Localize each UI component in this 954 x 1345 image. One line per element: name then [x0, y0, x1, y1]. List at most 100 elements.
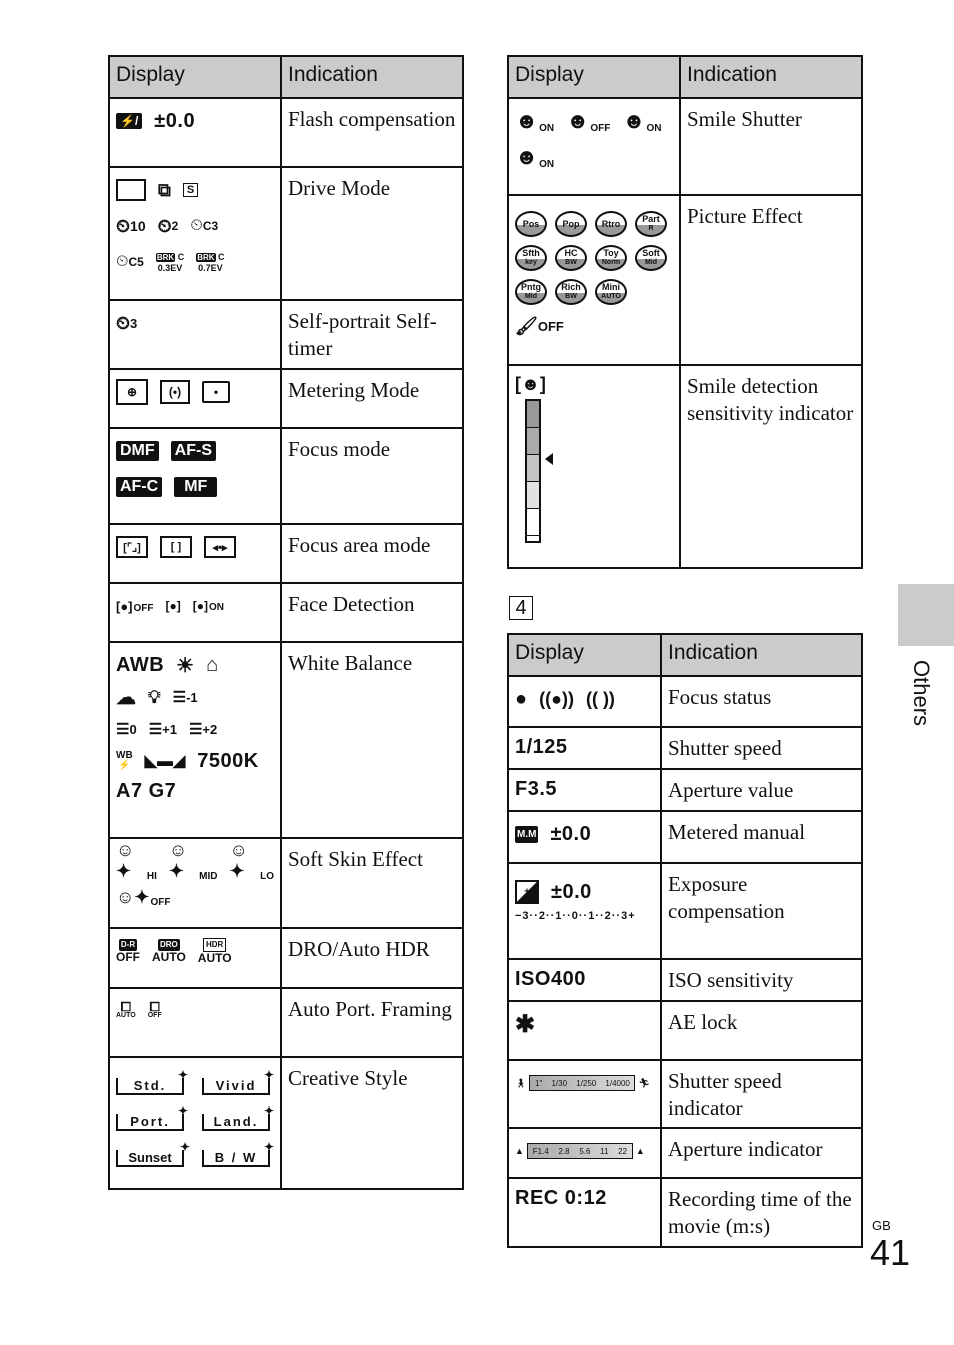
running-icon: 🏃︎ — [638, 1077, 650, 1088]
display-cell: ⧠ AUTO ⧠ OFF — [108, 987, 282, 1058]
indication-cell: Focus mode — [280, 427, 464, 525]
left-display-table: Display Indication ⚡/ ±0.0 Flash compensa… — [108, 55, 464, 1190]
effect-sublabel: Mid — [524, 293, 538, 300]
smile-detection-icon: [☻] — [515, 374, 546, 394]
dro-auto-icon: DRO AUTO — [152, 939, 186, 964]
section-number: 4 — [509, 596, 533, 620]
bracket-07ev-icon: BRK C 0.7EV — [196, 251, 225, 273]
display-cell: [●] OFF [●] [●] ON — [108, 582, 282, 643]
face-detection-off-icon: [●] OFF — [116, 598, 154, 614]
indication-cell: Aperture value — [660, 768, 863, 812]
indication-cell: Auto Port. Framing — [280, 987, 464, 1058]
picture-effect-icon: Mini AUTO — [595, 279, 627, 305]
effect-label: Pop — [562, 218, 580, 229]
smile-shutter-big-icon: ☻ ON — [515, 144, 555, 170]
self-timer-c5-icon: ⏲ C5 — [116, 253, 144, 270]
display-cell: AWB ☀ ⌂ ☁ 💡︎ ☰ -1 ☰ 0 ☰ +1 ☰ +2 WB ⚡ ◣▬◢ 7500K A7 G7 — [108, 641, 282, 839]
focus-area-flexible-spot-icon: ◂•▸ — [204, 536, 236, 558]
style-vivid-icon: Vivid — [202, 1068, 276, 1095]
face-detection-on-icon: [●] ON — [192, 599, 225, 613]
display-cell: Std. Vivid Port. Land. Sunset B / W — [108, 1056, 282, 1190]
wb-fluorescent-minus1-icon: ☰ -1 — [172, 689, 198, 706]
display-cell: ⏲ 3 — [108, 299, 282, 370]
side-tab-label: Others — [909, 660, 934, 727]
exposure-scale: −3··2··1··0··1··2··3+ — [515, 910, 636, 922]
display-cell: [☻] — [507, 364, 681, 569]
effect-label: HC — [564, 248, 578, 258]
tick-label: 2.8 — [558, 1146, 570, 1156]
table-row: ± ±0.0 −3··2··1··0··1··2··3+ Exposure com… — [507, 862, 863, 960]
indication-cell: Drive Mode — [280, 166, 464, 301]
tick-label: 11 — [600, 1146, 609, 1156]
style-landscape-icon: Land. — [202, 1104, 276, 1131]
indication-cell: Creative Style — [280, 1056, 464, 1190]
face-detection-registered-icon: [●] — [165, 599, 181, 613]
indication-cell: Focus area mode — [280, 523, 464, 584]
effect-sublabel: Mid — [644, 259, 658, 266]
effect-label: Mini — [602, 282, 620, 292]
soft-skin-hi-icon: ☺✦ HI — [116, 840, 157, 882]
indication-cell: Soft Skin Effect — [280, 837, 464, 929]
smile-shutter-on-icon: ☻ ON — [515, 108, 555, 134]
table-row: ISO400 ISO sensitivity — [507, 958, 863, 1002]
display-cell: F3.5 — [507, 768, 662, 812]
focus-continuous-locked-icon: ((●)) — [539, 688, 574, 709]
indication-cell: Flash compensation — [280, 97, 464, 168]
ae-lock-icon: ✱ — [515, 1011, 536, 1038]
table-row: 1/125 Shutter speed — [507, 726, 863, 770]
indication-cell: ISO sensitivity — [660, 958, 863, 1002]
display-cell: 🚶︎ 1" 1/30 1/250 1/4000 🏃︎ — [507, 1059, 662, 1129]
tick-label: 1" — [535, 1078, 543, 1088]
indication-cell: Picture Effect — [679, 194, 863, 366]
picture-effect-icon: Rich BW — [555, 279, 587, 305]
effect-label: Rich — [561, 282, 581, 292]
display-cell: Pos Pop Rtro Part R Sfth key HC BW Toy Norm Soft Mi… — [507, 194, 681, 366]
display-cell: ISO400 — [507, 958, 662, 1002]
hdr-auto-icon: HDR AUTO — [197, 938, 232, 965]
picture-effect-off-icon: 🖌︎ OFF — [515, 315, 564, 336]
table-row: Pos Pop Rtro Part R Sfth key HC BW Toy Norm Soft Mi… — [507, 194, 863, 366]
picture-effect-icon: Pos — [515, 211, 547, 237]
side-tab[interactable] — [898, 584, 954, 646]
picture-effect-icon: HC BW — [555, 245, 587, 271]
wb-flash-icon: WB ⚡ — [116, 750, 133, 771]
aperture-scale-bar: F1.4 2.8 5.6 11 22 — [526, 1143, 633, 1159]
display-cell: ▲ F1.4 2.8 5.6 11 22 ▲ — [507, 1127, 662, 1179]
wb-fluorescent-plus2-icon: ☰ +2 — [188, 721, 218, 738]
tick-label: 1/4000 — [605, 1078, 630, 1088]
header-indication: Indication — [679, 55, 863, 99]
indication-cell: Metering Mode — [280, 368, 464, 429]
focus-mf-icon: MF — [174, 477, 218, 497]
sensitivity-pointer-icon — [545, 453, 553, 465]
picture-effect-row: Sfth key HC BW Toy Norm Soft Mid — [515, 244, 673, 272]
soft-skin-off-icon: ☺✦ OFF — [116, 886, 171, 908]
table-row: [●] OFF [●] [●] ON Face Detection — [108, 582, 464, 643]
display-cell: DMF AF-S AF-C MF — [108, 427, 282, 525]
picture-effect-icon: Pntg Mid — [515, 279, 547, 305]
smile-shutter-normal-icon: ☻ ON — [622, 108, 662, 134]
self-timer-10-icon: ⏲ 10 — [116, 215, 146, 236]
auto-port-framing-auto-icon: ⧠ AUTO — [116, 999, 136, 1019]
page-number: 41 — [870, 1232, 911, 1273]
soft-skin-lo-icon: ☺✦ LO — [229, 840, 275, 882]
effect-sublabel: BW — [565, 259, 577, 266]
page-region: GB — [872, 1218, 891, 1233]
metered-manual-icon: M.M — [515, 825, 539, 843]
tick-label: 1/30 — [551, 1078, 568, 1088]
style-sunset-icon: Sunset — [116, 1140, 190, 1167]
wb-fine-adjust: A7 G7 — [116, 779, 177, 802]
aperture-indicator: ▲ F1.4 2.8 5.6 11 22 ▲ — [515, 1143, 654, 1159]
single-shooting-icon — [116, 179, 146, 201]
display-cell: ● ((●)) (( )) — [507, 675, 662, 728]
display-cell: ☺✦ HI ☺✦ MID ☺✦ LO ☺✦ OFF — [108, 837, 282, 929]
metered-manual-value: ±0.0 — [550, 822, 592, 845]
table-row: ● ((●)) (( )) Focus status — [507, 675, 863, 728]
meter-segment — [527, 455, 539, 482]
display-cell: [⌜⌟] [ ] ◂•▸ — [108, 523, 282, 584]
focus-dmf-icon: DMF — [116, 441, 159, 461]
smile-shutter-off-icon: ☻ OFF — [566, 108, 611, 134]
table-row: ☻ ON ☻ OFF ☻ ON ☻ ON Smile Shutter — [507, 97, 863, 196]
indication-cell: DRO/Auto HDR — [280, 927, 464, 989]
header-display: Display — [108, 55, 282, 99]
right-display-table: Display Indication ☻ ON ☻ OFF ☻ ON ☻ ON Smil… — [507, 55, 863, 569]
